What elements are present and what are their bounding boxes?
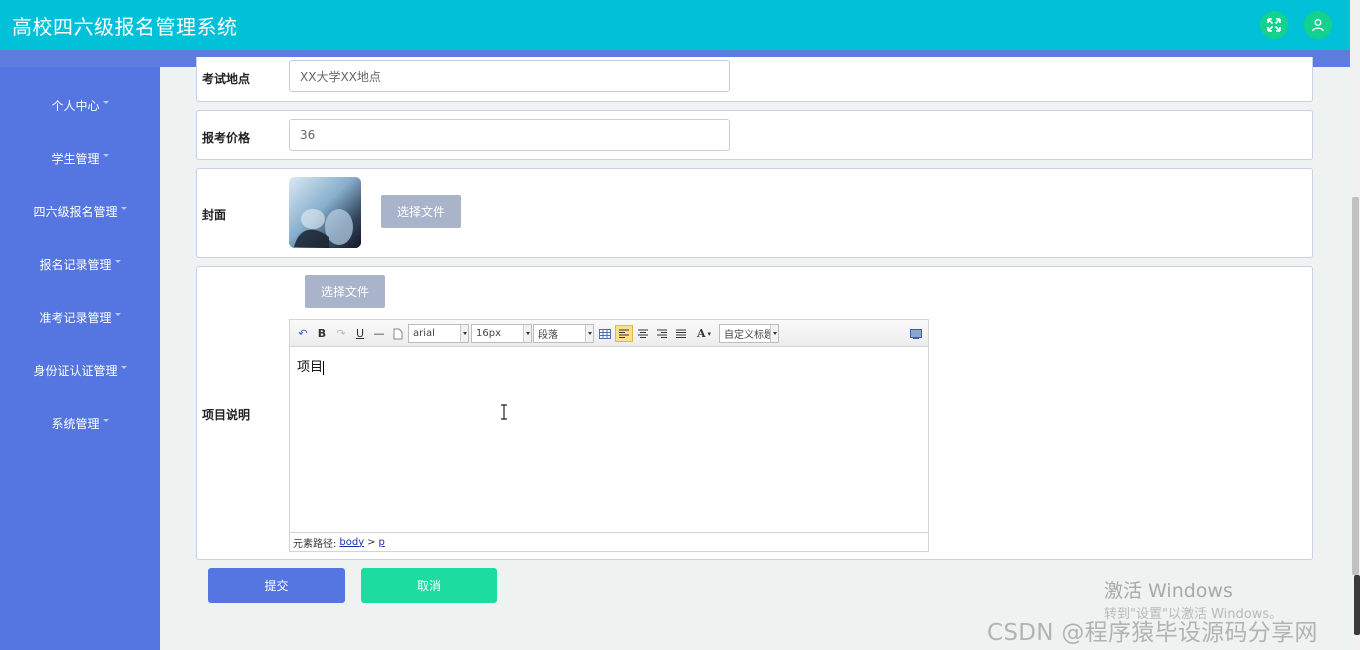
chevron-down-icon bbox=[102, 419, 109, 422]
app-header: 高校四六级报名管理系统 bbox=[0, 0, 1350, 50]
price-label: 报考价格 bbox=[202, 131, 251, 145]
align-justify-icon[interactable] bbox=[674, 325, 688, 342]
rich-text-editor: ↶ B ↷ U — arial 16px 段落 A ▾ 自定义标题 项目 元素路… bbox=[289, 319, 929, 552]
price-input[interactable]: 36 bbox=[289, 119, 730, 151]
description-label: 项目说明 bbox=[202, 408, 251, 422]
sidebar-item-label: 四六级报名管理 bbox=[33, 205, 118, 219]
editor-toolbar: ↶ B ↷ U — arial 16px 段落 A ▾ 自定义标题 bbox=[290, 320, 928, 347]
chevron-down-icon bbox=[114, 260, 121, 263]
sidebar-item-admission-records[interactable]: 准考记录管理 bbox=[0, 309, 160, 326]
scrollbar-handle[interactable] bbox=[1354, 575, 1360, 635]
sidebar-item-label: 系统管理 bbox=[51, 417, 100, 431]
location-input[interactable]: XX大学XX地点 bbox=[289, 60, 730, 92]
submit-button[interactable]: 提交 bbox=[208, 568, 345, 603]
paragraph-select[interactable]: 段落 bbox=[533, 324, 594, 343]
cover-file-button[interactable]: 选择文件 bbox=[381, 195, 461, 228]
sidebar-item-label: 学生管理 bbox=[51, 152, 100, 166]
align-center-icon[interactable] bbox=[636, 325, 650, 342]
undo-icon[interactable]: ↶ bbox=[296, 325, 310, 342]
path-body-link[interactable]: body bbox=[339, 537, 364, 548]
fullscreen-editor-icon[interactable] bbox=[909, 325, 923, 342]
text-cursor-icon bbox=[501, 404, 507, 420]
chevron-down-icon bbox=[102, 154, 109, 157]
app-title: 高校四六级报名管理系统 bbox=[12, 15, 238, 39]
fullscreen-button[interactable] bbox=[1260, 11, 1288, 39]
user-button[interactable] bbox=[1304, 11, 1332, 39]
chevron-down-icon bbox=[114, 313, 121, 316]
sidebar-item-label: 准考记录管理 bbox=[39, 311, 112, 325]
sidebar-item-label: 身份证认证管理 bbox=[33, 364, 118, 378]
cancel-button[interactable]: 取消 bbox=[361, 568, 497, 603]
sidebar-item-students[interactable]: 学生管理 bbox=[0, 150, 160, 167]
sidebar-item-registration-records[interactable]: 报名记录管理 bbox=[0, 256, 160, 273]
text-caret bbox=[323, 360, 325, 375]
page-icon[interactable] bbox=[391, 325, 405, 342]
description-file-button[interactable]: 选择文件 bbox=[305, 275, 385, 308]
editor-element-path: 元素路径: body > p bbox=[290, 532, 928, 551]
sidebar: 个人中心 学生管理 四六级报名管理 报名记录管理 准考记录管理 身份证认证管理 … bbox=[0, 67, 160, 650]
font-color-icon[interactable]: A ▾ bbox=[693, 325, 715, 342]
activate-windows-title: 激活 Windows bbox=[1104, 580, 1233, 602]
sidebar-item-cet-registration[interactable]: 四六级报名管理 bbox=[0, 203, 160, 220]
font-family-select[interactable]: arial bbox=[408, 324, 469, 343]
table-icon[interactable] bbox=[598, 325, 612, 342]
redo-icon[interactable]: ↷ bbox=[334, 325, 348, 342]
chevron-down-icon bbox=[102, 101, 109, 104]
align-right-icon[interactable] bbox=[655, 325, 669, 342]
chevron-down-icon bbox=[120, 366, 127, 369]
description-row: 项目说明 选择文件 ↶ B ↷ U — arial 16px 段落 A ▾ 自定… bbox=[196, 266, 1313, 560]
sidebar-item-label: 个人中心 bbox=[51, 99, 100, 113]
horizontal-rule-icon[interactable]: — bbox=[372, 325, 386, 342]
path-p-link[interactable]: p bbox=[379, 537, 385, 548]
align-left-icon[interactable] bbox=[615, 325, 633, 342]
location-label: 考试地点 bbox=[202, 72, 251, 86]
sidebar-item-label: 报名记录管理 bbox=[39, 258, 112, 272]
bold-icon[interactable]: B bbox=[315, 325, 329, 342]
sidebar-item-system[interactable]: 系统管理 bbox=[0, 415, 160, 432]
sidebar-item-id-verification[interactable]: 身份证认证管理 bbox=[0, 362, 160, 379]
chevron-down-icon bbox=[120, 207, 127, 210]
price-row: 报考价格 36 bbox=[196, 110, 1313, 160]
custom-title-select[interactable]: 自定义标题 bbox=[719, 324, 779, 343]
csdn-watermark: CSDN @程序猿毕设源码分享网 bbox=[987, 620, 1318, 646]
location-row: 考试地点 XX大学XX地点 bbox=[196, 57, 1313, 102]
cover-image bbox=[289, 177, 361, 248]
scrollbar-thumb[interactable] bbox=[1352, 197, 1359, 575]
font-size-select[interactable]: 16px bbox=[471, 324, 532, 343]
sidebar-item-profile[interactable]: 个人中心 bbox=[0, 97, 160, 114]
editor-content[interactable]: 项目 bbox=[297, 356, 325, 375]
fullscreen-icon bbox=[1267, 18, 1281, 32]
cover-label: 封面 bbox=[202, 208, 227, 222]
user-icon bbox=[1312, 19, 1324, 32]
cover-row: 封面 选择文件 bbox=[196, 168, 1313, 258]
underline-icon[interactable]: U bbox=[353, 325, 367, 342]
